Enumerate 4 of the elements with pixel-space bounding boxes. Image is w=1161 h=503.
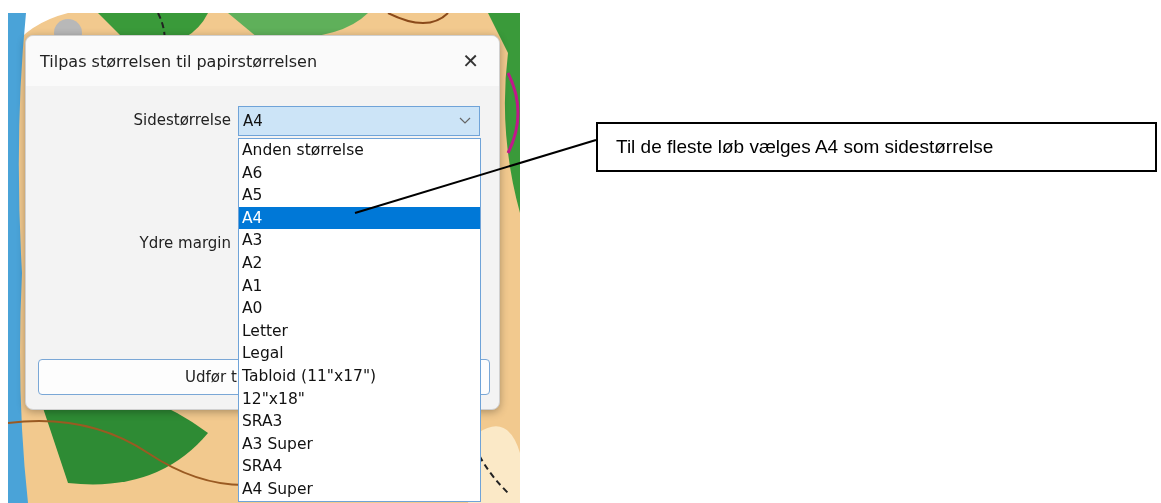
callout-text: Til de fleste løb vælges A4 som sidestørrelse: [616, 136, 994, 158]
outer-margin-label: Ydre margin: [139, 234, 231, 252]
dialog-title: Tilpas størrelsen til papirstørrelsen: [40, 51, 318, 71]
page-size-label: Sidestørrelse: [133, 111, 231, 129]
